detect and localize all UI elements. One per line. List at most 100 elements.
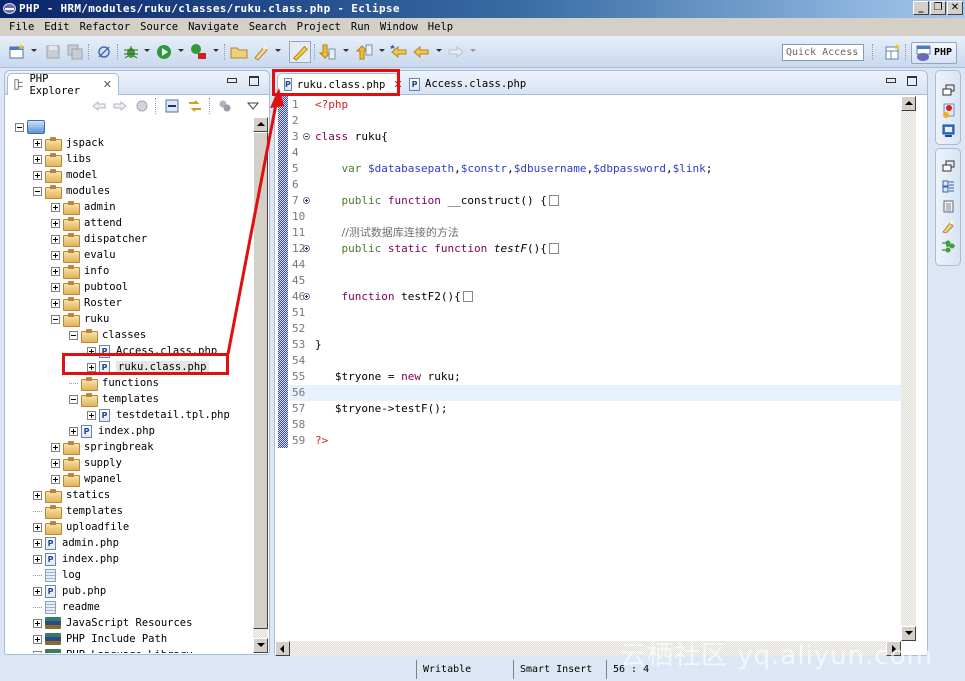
tree-item-dispatcher[interactable]: dispatcher xyxy=(51,231,147,247)
run-icon[interactable] xyxy=(155,43,173,61)
back-icon[interactable] xyxy=(412,43,430,61)
collapsed-region-icon[interactable] xyxy=(548,195,559,206)
open-perspective-icon[interactable] xyxy=(884,43,902,61)
expand-icon[interactable] xyxy=(33,138,42,148)
run-external-dropdown[interactable] xyxy=(213,49,219,52)
expand-icon[interactable] xyxy=(33,650,42,653)
collapse-icon[interactable] xyxy=(33,186,42,196)
minimize-button[interactable]: _ xyxy=(913,1,929,15)
expand-icon[interactable] xyxy=(51,250,60,260)
tree-item-info[interactable]: info xyxy=(51,263,109,279)
tree-item-pubtool[interactable]: pubtool xyxy=(51,279,128,295)
expand-fold-icon[interactable] xyxy=(303,197,310,204)
tree-item-javascript-resources[interactable]: JavaScript Resources xyxy=(33,615,192,631)
expand-icon[interactable] xyxy=(33,586,42,596)
menu-source[interactable]: Source xyxy=(135,18,183,36)
filters-icon[interactable] xyxy=(218,99,232,113)
expand-icon[interactable] xyxy=(51,458,60,468)
code-line[interactable]: 1 <?php xyxy=(289,97,901,113)
code-line[interactable]: 54 xyxy=(289,353,901,369)
back-dropdown[interactable] xyxy=(436,49,442,52)
restore-icon[interactable] xyxy=(942,84,955,97)
tree-item-php-language-library[interactable]: PHP Language Library xyxy=(33,647,192,653)
code-line[interactable]: 52 xyxy=(289,321,901,337)
link-with-editor-icon[interactable] xyxy=(188,99,202,113)
code-line[interactable]: 5 var $databasepath,$constr,$dbusername,… xyxy=(289,161,901,177)
tab-php-explorer[interactable]: PHP Explorer ✕ xyxy=(7,73,119,97)
next-annotation-icon[interactable] xyxy=(318,43,336,61)
open-type-icon[interactable] xyxy=(230,43,248,61)
menu-search[interactable]: Search xyxy=(244,18,292,36)
scroll-left-button[interactable] xyxy=(275,641,290,656)
next-annotation-dropdown[interactable] xyxy=(343,49,349,52)
code-line[interactable]: 57 $tryone->testF(); xyxy=(289,401,901,417)
code-line[interactable]: 56 xyxy=(289,385,901,401)
expand-icon[interactable] xyxy=(33,490,42,500)
code-line[interactable]: 58 xyxy=(289,417,901,433)
php-perspective-button[interactable]: PHP xyxy=(911,42,957,64)
tree-item-admin-php[interactable]: Padmin.php xyxy=(33,535,119,551)
previous-annotation-icon[interactable] xyxy=(355,43,373,61)
editor-vertical-scrollbar[interactable] xyxy=(901,96,916,641)
toggle-breakpoint-icon[interactable] xyxy=(95,43,113,61)
close-button[interactable]: ✕ xyxy=(947,1,963,15)
maximize-view-button[interactable] xyxy=(249,76,259,86)
tree-item-ruku[interactable]: ruku xyxy=(51,311,109,327)
expand-icon[interactable] xyxy=(69,426,78,436)
forward-icon[interactable] xyxy=(113,99,127,113)
collapse-icon[interactable] xyxy=(69,330,78,340)
search-results-icon[interactable] xyxy=(942,220,955,233)
debug-dropdown[interactable] xyxy=(144,49,150,52)
scroll-up-button[interactable] xyxy=(253,117,268,132)
code-line[interactable]: 51 xyxy=(289,305,901,321)
expand-icon[interactable] xyxy=(51,202,60,212)
tree-item-functions[interactable]: functions xyxy=(69,375,159,391)
tree-item-model[interactable]: model xyxy=(33,167,98,183)
code-line[interactable]: 11 //测试数据库连接的方法 xyxy=(289,225,901,241)
expand-icon[interactable] xyxy=(51,442,60,452)
expand-icon[interactable] xyxy=(33,538,42,548)
expand-icon[interactable] xyxy=(33,618,42,628)
collapsed-region-icon[interactable] xyxy=(462,291,473,302)
code-line[interactable]: 3 class ruku{ xyxy=(289,129,901,145)
minimize-view-button[interactable] xyxy=(227,78,237,83)
tree-item-log[interactable]: log xyxy=(33,567,81,583)
expand-icon[interactable] xyxy=(51,474,60,484)
expand-fold-icon[interactable] xyxy=(303,245,310,252)
code-line[interactable]: 7 public function __construct() { xyxy=(289,193,901,209)
outline-icon[interactable] xyxy=(942,180,955,193)
editor-horizontal-scrollbar[interactable] xyxy=(275,641,901,656)
forward-dropdown[interactable] xyxy=(470,49,476,52)
view-menu-icon[interactable] xyxy=(246,99,260,113)
menu-project[interactable]: Project xyxy=(292,18,346,36)
tab-access-class-php[interactable]: P Access.class.php xyxy=(403,73,532,95)
code-line[interactable]: 53} xyxy=(289,337,901,353)
tree-item-springbreak[interactable]: springbreak xyxy=(51,439,154,455)
tree-item-pub-php[interactable]: Ppub.php xyxy=(33,583,106,599)
run-external-icon[interactable] xyxy=(189,43,207,61)
tree-item-evalu[interactable]: evalu xyxy=(51,247,116,263)
expand-icon[interactable] xyxy=(51,234,60,244)
tree-item-testdetail-tpl-php[interactable]: Ptestdetail.tpl.php xyxy=(87,407,230,423)
new-icon[interactable] xyxy=(8,43,26,61)
code-line[interactable]: 2 xyxy=(289,113,901,129)
expand-icon[interactable] xyxy=(87,410,96,420)
scroll-thumb[interactable] xyxy=(253,132,268,629)
collapse-icon[interactable] xyxy=(15,122,24,132)
code-line[interactable]: 4 xyxy=(289,145,901,161)
minimize-editor-button[interactable] xyxy=(886,78,896,83)
tree-item-supply[interactable]: supply xyxy=(51,455,122,471)
expand-fold-icon[interactable] xyxy=(303,293,310,300)
maximize-editor-button[interactable] xyxy=(907,76,917,86)
tree-item-index-php[interactable]: Pindex.php xyxy=(69,423,155,439)
collapse-icon[interactable] xyxy=(69,394,78,404)
collapse-icon[interactable] xyxy=(51,314,60,324)
code-line[interactable]: 45 xyxy=(289,273,901,289)
scroll-down-button[interactable] xyxy=(253,638,268,653)
scroll-up-button[interactable] xyxy=(901,96,916,111)
code-line[interactable]: 55 $tryone = new ruku; xyxy=(289,369,901,385)
code-line[interactable]: 6 xyxy=(289,177,901,193)
explorer-vertical-scrollbar[interactable] xyxy=(253,117,268,653)
tree-item-templates[interactable]: templates xyxy=(69,391,159,407)
collapse-all-icon[interactable] xyxy=(165,99,179,113)
